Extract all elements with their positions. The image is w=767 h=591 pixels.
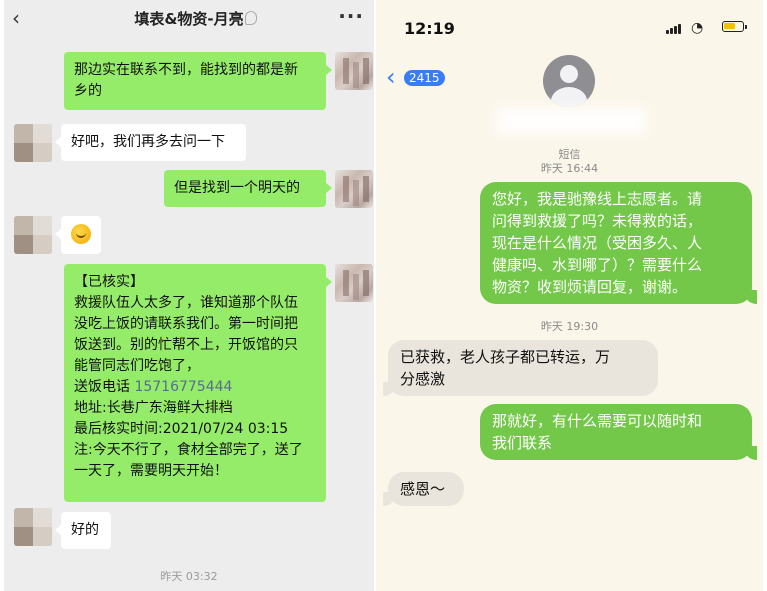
message-line: 送饭电话 15716775444: [74, 377, 316, 398]
message-line: 能管同志们吃饱了，: [74, 358, 200, 374]
status-bar-time: 12:19: [404, 19, 455, 38]
message-bubble-received[interactable]: [55, 216, 101, 254]
message-line: 饭送到。别的忙帮不上，开饭馆的只: [74, 337, 298, 353]
my-avatar[interactable]: [335, 170, 373, 208]
message-line: 那边实在联系不到，能找到的都是新: [74, 62, 298, 78]
message-line: 您好，我是驰豫线上志愿者。请: [492, 190, 703, 208]
contact-avatar[interactable]: [14, 508, 52, 546]
message-bubble-received[interactable]: 好吧，我们再多去问一下: [55, 124, 246, 161]
imessage-chat-panel: 12:19 ◔ ‹ 2415 短信 昨天 16:44 您好，我是驰豫线上志愿者。…: [376, 0, 763, 591]
unread-count-badge[interactable]: 2415: [404, 70, 445, 86]
contact-avatar[interactable]: [543, 55, 595, 107]
message-bubble-sent[interactable]: 那就好，有什么需要可以随时和 我们联系: [480, 404, 757, 460]
chat-header: ‹ 填表&物资-月亮 ···: [4, 0, 374, 38]
wechat-chat-panel: ‹ 填表&物资-月亮 ··· 那边实在联系不到，能找到的都是新 乡的 好吧，我们…: [4, 0, 374, 591]
message-line: 物资？收到烦请回复，谢谢。: [492, 278, 688, 296]
phone-number-link[interactable]: 15716775444: [134, 379, 232, 395]
more-button[interactable]: ···: [338, 4, 364, 28]
message-timestamp: 昨天 19:30: [540, 320, 599, 333]
message-timestamp: 昨天 03:32: [160, 570, 218, 583]
contact-avatar[interactable]: [14, 216, 52, 254]
message-bubble-sent[interactable]: 那边实在联系不到，能找到的都是新 乡的: [64, 52, 332, 110]
message-line: 地址:长巷广东海鲜大排档: [74, 400, 233, 416]
message-line: 问得到救援了吗？未得救的话，: [492, 212, 703, 230]
cellular-signal-icon: [666, 23, 684, 34]
my-avatar[interactable]: [335, 264, 373, 302]
battery-icon: [722, 21, 747, 32]
message-bubble-received[interactable]: 感恩～: [383, 472, 464, 506]
wifi-icon: ◔: [691, 20, 704, 36]
message-bubble-received[interactable]: 已获救，老人孩子都已转运，万 分感激: [383, 340, 658, 396]
message-text: 但是找到一个明天的: [174, 180, 300, 196]
message-line: 没吃上饭的请联系我们。第一时间把: [74, 316, 298, 332]
message-line: 【已核实】: [74, 274, 144, 290]
chevron-left-icon[interactable]: ‹: [386, 65, 396, 89]
message-line: 已获救，老人孩子都已转运，万: [400, 348, 611, 366]
screenshot-collage: ‹ 填表&物资-月亮 ··· 那边实在联系不到，能找到的都是新 乡的 好吧，我们…: [0, 0, 767, 591]
message-bubble-received[interactable]: 好的: [55, 512, 111, 549]
message-line: 乡的: [74, 83, 102, 99]
message-text: 感恩～: [400, 480, 446, 498]
message-timestamp: 昨天 16:44: [540, 162, 599, 175]
message-text: 好的: [71, 522, 99, 538]
my-avatar[interactable]: [335, 52, 373, 90]
message-bubble-sent[interactable]: 【已核实】 救援队伍人太多了，谁知道那个队伍 没吃上饭的请联系我们。第一时间把 …: [64, 264, 332, 502]
message-bubble-sent[interactable]: 您好，我是驰豫线上志愿者。请 问得到救援了吗？未得救的话， 现在是什么情况（受困…: [480, 182, 757, 304]
message-line: 我们联系: [492, 434, 553, 452]
message-line: 最后核实时间:2021/07/24 03:15: [74, 421, 289, 437]
redacted-contact-name: [496, 108, 646, 134]
chat-title: 填表&物资-月亮: [134, 10, 244, 28]
message-line: 一天了，需要明天开始！: [74, 463, 228, 479]
message-bubble-sent[interactable]: 但是找到一个明天的: [164, 170, 332, 207]
message-line: 分感激: [400, 370, 446, 388]
message-line: 那就好，有什么需要可以随时和: [492, 412, 703, 430]
phone-label: 送饭电话: [74, 379, 135, 395]
message-line: 注:今天不行了，食材全部完了，送了: [74, 442, 303, 458]
message-line: 现在是什么情况（受困多久、人: [492, 234, 703, 252]
contact-avatar[interactable]: [14, 124, 52, 162]
smile-emoji-icon: [71, 224, 91, 244]
message-line: 健康吗、水到哪了）？需要什么: [492, 256, 703, 274]
message-line: 救援队伍人太多了，谁知道那个队伍: [74, 295, 298, 311]
message-text: 好吧，我们再多去问一下: [71, 134, 225, 150]
earpiece-mode-icon: [245, 11, 257, 25]
